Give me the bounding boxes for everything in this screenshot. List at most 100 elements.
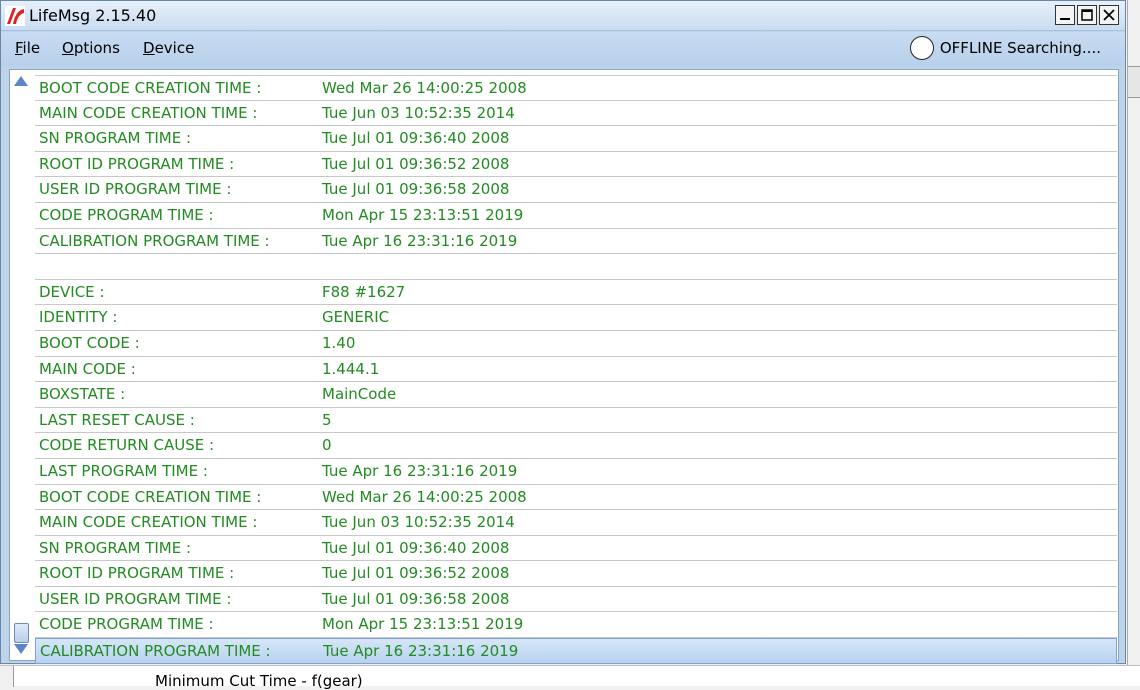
list-item[interactable]: MAIN CODE : 1.444.1 [35, 357, 1117, 383]
row-label: BOXSTATE : [39, 385, 126, 404]
row-label: USER ID PROGRAM TIME : [39, 589, 232, 608]
row-label: BOOT CODE CREATION TIME : [39, 487, 262, 506]
row-value: Wed Mar 26 14:00:25 2008 [322, 79, 527, 97]
close-icon [1103, 9, 1115, 21]
list-item[interactable]: CODE PROGRAM TIME : Mon Apr 15 23:13:51 2… [35, 203, 1117, 229]
row-label: BOOT CODE CREATION TIME : [39, 79, 262, 97]
menu-options-label: ptions [73, 39, 120, 57]
lifemsg-window: LifeMsg 2.15.40 File Options Device OFFL… [0, 0, 1126, 664]
row-value: 0 [322, 436, 332, 455]
maximize-button[interactable] [1077, 5, 1097, 25]
menu-bar: File Options Device OFFLINE Searching...… [1, 32, 1125, 66]
list-item[interactable]: IDENTITY : GENERIC [35, 305, 1117, 331]
row-value: Tue Apr 16 23:31:16 2019 [322, 231, 518, 250]
app-logo-icon [5, 6, 25, 26]
row-value: 1.40 [322, 333, 356, 352]
row-label: MAIN CODE CREATION TIME : [39, 103, 258, 122]
list-item[interactable]: ROOT ID PROGRAM TIME : Tue Jul 01 09:36:5… [35, 152, 1117, 178]
scroll-thumb[interactable] [14, 623, 29, 643]
scroll-down-arrow-icon[interactable] [14, 644, 28, 654]
row-label: CALIBRATION PROGRAM TIME : [40, 642, 271, 661]
list-item[interactable]: BOOT CODE CREATION TIME : Wed Mar 26 14:0… [35, 75, 1117, 101]
background-window-edge [1127, 0, 1140, 665]
list-item[interactable]: DEVICE : F88 #1627 [35, 280, 1117, 306]
background-window: Minimum Cut Time - f(gear) [0, 665, 1140, 690]
list-item[interactable]: ROOT ID PROGRAM TIME : Tue Jul 01 09:36:5… [35, 561, 1117, 587]
row-label: SN PROGRAM TIME : [39, 129, 192, 148]
row-value: Mon Apr 15 23:13:51 2019 [322, 205, 524, 224]
title-bar[interactable]: LifeMsg 2.15.40 [1, 1, 1125, 31]
row-label: ROOT ID PROGRAM TIME : [39, 154, 235, 173]
row-label: CODE RETURN CAUSE : [39, 436, 215, 455]
row-value: Tue Jul 01 09:36:58 2008 [322, 180, 510, 199]
row-label: LAST PROGRAM TIME : [39, 461, 208, 480]
row-value: Tue Jul 01 09:36:58 2008 [322, 589, 510, 608]
list-item[interactable]: BOXSTATE : MainCode [35, 382, 1117, 408]
message-list-panel: BOOT CODE CREATION TIME : Wed Mar 26 14:0… [9, 69, 1119, 664]
message-rows: BOOT CODE CREATION TIME : Wed Mar 26 14:0… [35, 75, 1117, 664]
row-value: 5 [322, 410, 332, 429]
menu-device[interactable]: Device [143, 39, 194, 57]
row-value: GENERIC [322, 308, 390, 327]
row-value: Wed Mar 26 14:00:25 2008 [322, 487, 527, 506]
background-window-edge-left [0, 666, 14, 687]
list-item[interactable]: LAST PROGRAM TIME : Tue Apr 16 23:31:16 2… [35, 459, 1117, 485]
row-label: ROOT ID PROGRAM TIME : [39, 564, 235, 583]
row-label: CODE PROGRAM TIME : [39, 205, 214, 224]
menu-device-mnemonic: D [143, 39, 155, 57]
row-value: Tue Jun 03 10:52:35 2014 [322, 513, 515, 532]
row-label: CALIBRATION PROGRAM TIME : [39, 231, 270, 250]
row-value: Mon Apr 15 23:13:51 2019 [322, 615, 524, 634]
list-item[interactable]: USER ID PROGRAM TIME : Tue Jul 01 09:36:5… [35, 587, 1117, 613]
connection-status: OFFLINE Searching.... [909, 36, 1101, 60]
row-value: Tue Jul 01 09:36:40 2008 [322, 538, 510, 557]
list-item[interactable]: MAIN CODE CREATION TIME : Tue Jun 03 10:5… [35, 101, 1117, 127]
list-item[interactable]: CODE RETURN CAUSE : 0 [35, 433, 1117, 459]
list-item[interactable]: SN PROGRAM TIME : Tue Jul 01 09:36:40 200… [35, 126, 1117, 152]
row-value: Tue Apr 16 23:31:16 2019 [322, 461, 518, 480]
row-value: Tue Apr 16 23:31:16 2019 [323, 642, 519, 661]
list-item[interactable]: USER ID PROGRAM TIME : Tue Jul 01 09:36:5… [35, 177, 1117, 203]
row-value: 1.444.1 [322, 359, 380, 378]
list-item[interactable]: CALIBRATION PROGRAM TIME : Tue Apr 16 23:… [35, 229, 1117, 255]
vertical-scrollbar[interactable] [10, 70, 34, 660]
menu-file-label: ile [22, 39, 41, 57]
row-label: MAIN CODE : [39, 359, 136, 378]
row-label: USER ID PROGRAM TIME : [39, 180, 232, 199]
row-value: Tue Jul 01 09:36:52 2008 [322, 154, 510, 173]
list-item[interactable]: MAIN CODE CREATION TIME : Tue Jun 03 10:5… [35, 510, 1117, 536]
row-value: Tue Jul 01 09:36:52 2008 [322, 564, 510, 583]
row-label: BOOT CODE : [39, 333, 140, 352]
row-value: Tue Jul 01 09:36:40 2008 [322, 129, 510, 148]
row-value: MainCode [322, 385, 397, 404]
menu-options-mnemonic: O [62, 39, 74, 57]
window-title: LifeMsg 2.15.40 [29, 6, 157, 25]
row-label: MAIN CODE CREATION TIME : [39, 513, 258, 532]
list-item[interactable]: LAST RESET CAUSE : 5 [35, 408, 1117, 434]
maximize-icon [1081, 9, 1093, 21]
list-item[interactable]: BOOT CODE : 1.40 [35, 331, 1117, 357]
menu-device-label: evice [154, 39, 195, 57]
background-scroll-segment [1128, 66, 1140, 98]
menu-file[interactable]: File [15, 39, 40, 57]
row-label: CODE PROGRAM TIME : [39, 615, 214, 634]
scroll-up-arrow-icon[interactable] [14, 76, 28, 86]
minimize-button[interactable] [1055, 5, 1075, 25]
row-label: SN PROGRAM TIME : [39, 538, 192, 557]
list-item[interactable]: SN PROGRAM TIME : Tue Jul 01 09:36:40 200… [35, 536, 1117, 562]
row-label: LAST RESET CAUSE : [39, 410, 195, 429]
background-partial-text: Minimum Cut Time - f(gear) [155, 672, 363, 690]
status-text: OFFLINE Searching.... [939, 39, 1101, 57]
row-label: IDENTITY : [39, 308, 118, 327]
close-button[interactable] [1099, 5, 1119, 25]
row-value: F88 #1627 [322, 282, 406, 301]
list-item[interactable]: BOOT CODE CREATION TIME : Wed Mar 26 14:0… [35, 485, 1117, 511]
minimize-icon [1060, 18, 1070, 20]
list-item[interactable] [35, 254, 1117, 280]
menu-file-mnemonic: F [15, 39, 23, 57]
row-label: DEVICE : [39, 282, 105, 301]
menu-options[interactable]: Options [62, 39, 120, 57]
list-item[interactable]: CODE PROGRAM TIME : Mon Apr 15 23:13:51 2… [35, 612, 1117, 639]
list-item[interactable]: CALIBRATION PROGRAM TIME : Tue Apr 16 23:… [35, 638, 1117, 664]
window-controls [1055, 5, 1119, 25]
